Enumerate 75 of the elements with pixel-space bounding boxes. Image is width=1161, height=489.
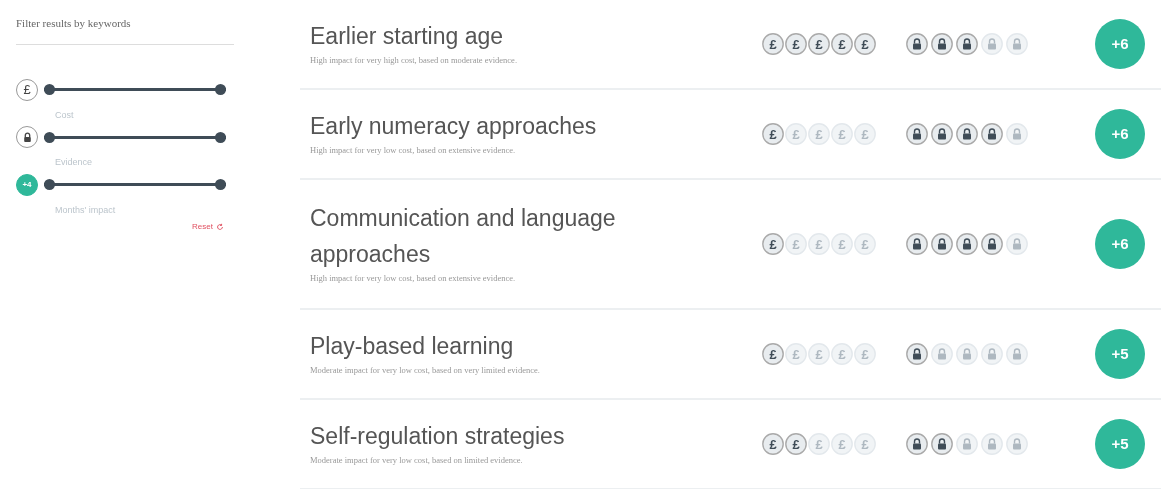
lock-icon [956, 123, 978, 145]
result-title[interactable]: Early numeracy approaches [310, 108, 740, 145]
lock-icon [1006, 33, 1028, 55]
impact-badge: +6 [1095, 109, 1145, 159]
lock-icon [1006, 123, 1028, 145]
lock-icon [931, 233, 953, 255]
pound-coin: £ [854, 123, 876, 145]
pound-coin: £ [854, 433, 876, 455]
pound-coin: £ [785, 433, 807, 455]
lock-icon [1006, 233, 1028, 255]
result-title[interactable]: Self-regulation strategies [310, 418, 740, 455]
result-title[interactable]: Earlier starting age [310, 18, 740, 55]
lock-icon [956, 33, 978, 55]
lock-icon [906, 433, 928, 455]
reset-link[interactable]: Reset [192, 221, 213, 233]
lock-icon [1006, 433, 1028, 455]
pound-coin: £ [854, 343, 876, 365]
impact-badge: +6 [1095, 219, 1145, 269]
pound-coin: £ [785, 123, 807, 145]
lock-icon [956, 233, 978, 255]
lock-icon [981, 123, 1003, 145]
lock-icon [906, 33, 928, 55]
pound-coin: £ [831, 433, 853, 455]
pound-coin: £ [831, 123, 853, 145]
lock-icon [956, 343, 978, 365]
pound-coin: £ [831, 343, 853, 365]
impact-icon: +4 [16, 173, 38, 196]
lock-icon [906, 123, 928, 145]
pound-coin: £ [854, 33, 876, 55]
lock-icon [981, 343, 1003, 365]
pound-coin: £ [762, 433, 784, 455]
pound-coin: £ [831, 233, 853, 255]
slider-label: Cost [55, 108, 74, 122]
lock-icon [981, 33, 1003, 55]
pound-coin: £ [831, 33, 853, 55]
pound-coin: £ [808, 123, 830, 145]
pound-coin: £ [762, 33, 784, 55]
pound-coin: £ [808, 233, 830, 255]
lock-icon [956, 433, 978, 455]
lock-icon [981, 233, 1003, 255]
pound-coin: £ [808, 433, 830, 455]
lock-icon [931, 433, 953, 455]
result-summary: High impact for very low cost, based on extensive evidence. [310, 144, 517, 158]
sidebar-title: Filter results by keywords [16, 15, 234, 45]
pound-coin: £ [785, 233, 807, 255]
pound-coin: £ [762, 123, 784, 145]
lock-icon [1006, 343, 1028, 365]
refresh-icon[interactable] [216, 223, 224, 231]
pound-coin: £ [854, 233, 876, 255]
pound-coin: £ [808, 343, 830, 365]
lock-icon [906, 343, 928, 365]
slider-label: Months' impact [55, 203, 116, 217]
pound-coin: £ [762, 233, 784, 255]
impact-badge: +6 [1095, 19, 1145, 69]
result-summary: High impact for very low cost, based on extensive evidence. [310, 272, 517, 285]
lock-icon [981, 433, 1003, 455]
result-title[interactable]: Play-based learning [310, 328, 740, 365]
pound-coin: £ [808, 33, 830, 55]
result-summary: Moderate impact for very low cost, based on very limited evidence. [310, 364, 541, 378]
pound-coin: £ [785, 343, 807, 365]
lock-icon [931, 123, 953, 145]
lock-icon [906, 233, 928, 255]
lock-icon [931, 343, 953, 365]
result-summary: High impact for very high cost, based on moderate evidence. [310, 54, 518, 68]
impact-badge: +5 [1095, 329, 1145, 379]
range-slider[interactable] [44, 131, 226, 143]
result-summary: Moderate impact for very low cost, based on limited evidence. [310, 454, 524, 468]
range-slider[interactable] [44, 179, 226, 190]
pound-coin: £ [785, 33, 807, 55]
impact-badge: +5 [1095, 419, 1145, 469]
slider-label: Evidence [55, 156, 93, 169]
lock-icon [931, 33, 953, 55]
result-title[interactable]: Communication and language approaches [310, 201, 740, 273]
range-slider[interactable] [44, 84, 226, 95]
pound-coin: £ [762, 343, 784, 365]
